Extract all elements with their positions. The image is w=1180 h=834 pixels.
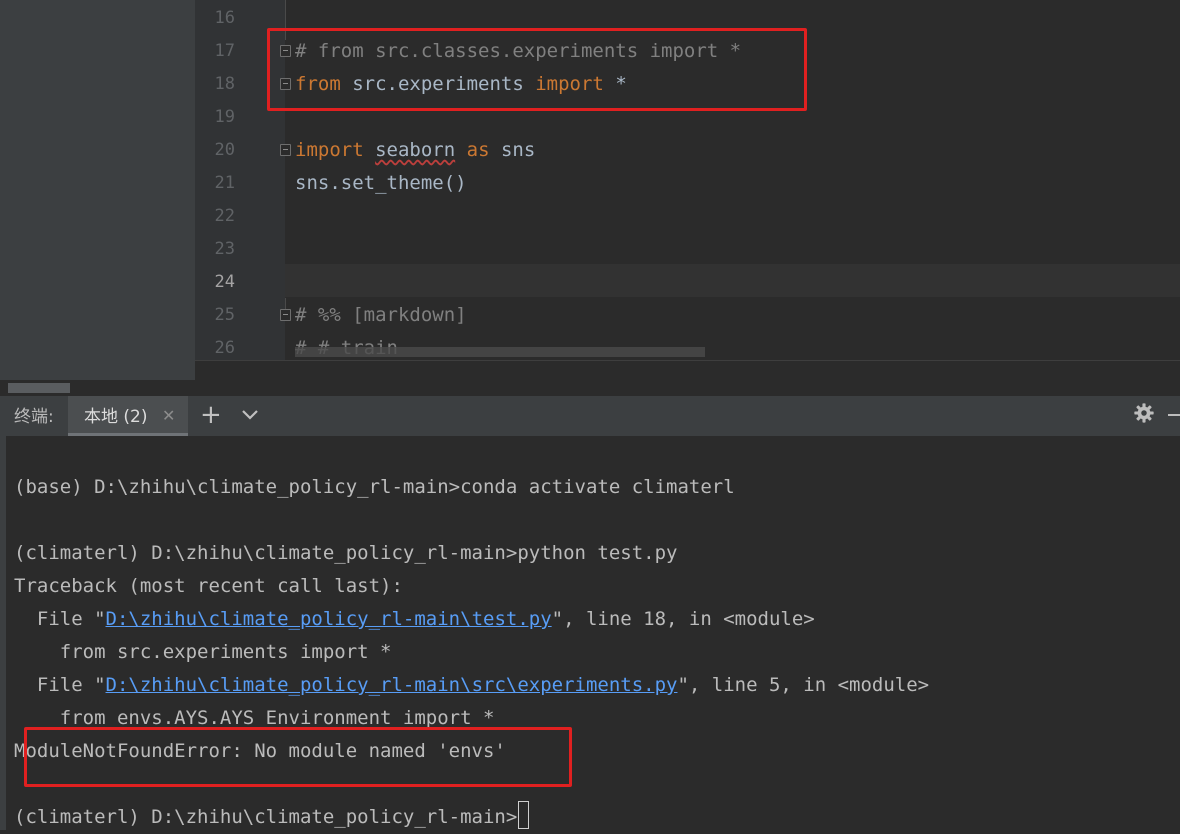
- line-number: 22: [214, 206, 235, 226]
- terminal-prompt-line[interactable]: (climaterl) D:\zhihu\climate_policy_rl-m…: [14, 801, 530, 834]
- horizontal-scroll-thumb[interactable]: [295, 347, 705, 357]
- terminal-text: File ": [14, 674, 106, 696]
- line-number: 19: [214, 107, 235, 127]
- terminal-prompt: (climaterl) D:\zhihu\climate_policy_rl-m…: [14, 806, 518, 828]
- terminal-line: File "D:\zhihu\climate_policy_rl-main\te…: [14, 603, 815, 636]
- code-token: import: [295, 139, 364, 161]
- code-line[interactable]: # %% [markdown]: [295, 299, 467, 332]
- code-token: sns: [489, 139, 536, 161]
- plus-icon[interactable]: +: [200, 400, 222, 430]
- code-token: as: [466, 139, 490, 161]
- terminal-toolbar: 终端: 本地 (2) ✕ +: [0, 396, 1180, 436]
- fold-icon[interactable]: [280, 309, 291, 321]
- line-number-current: 24: [214, 272, 235, 292]
- code-token: seaborn: [375, 139, 456, 161]
- project-panel-scroll-thumb[interactable]: [8, 383, 70, 393]
- terminal-title: 终端:: [14, 407, 54, 427]
- line-number: 17: [214, 41, 235, 61]
- gear-icon[interactable]: [1133, 402, 1155, 424]
- line-number: 18: [214, 74, 235, 94]
- tab-local-terminal[interactable]: 本地 (2) ✕: [68, 396, 188, 436]
- error-annotation-box: [24, 727, 572, 787]
- terminal-edge: [0, 436, 6, 830]
- minimize-icon[interactable]: [1168, 414, 1180, 416]
- chevron-down-icon[interactable]: [240, 404, 260, 424]
- file-link[interactable]: D:\zhihu\climate_policy_rl-main\test.py: [106, 608, 552, 630]
- terminal-line: File "D:\zhihu\climate_policy_rl-main\sr…: [14, 669, 929, 702]
- line-number: 23: [214, 239, 235, 259]
- project-panel-strip: [0, 0, 195, 380]
- terminal-text: ", line 18, in <module>: [551, 608, 815, 630]
- terminal-line: (climaterl) D:\zhihu\climate_policy_rl-m…: [14, 542, 678, 564]
- import-annotation-box: [267, 28, 807, 111]
- terminal-line: (base) D:\zhihu\climate_policy_rl-main>c…: [14, 476, 735, 498]
- tab-label: 本地 (2): [84, 407, 148, 427]
- line-number: 21: [214, 173, 235, 193]
- close-icon[interactable]: ✕: [162, 406, 175, 426]
- line-number: 16: [214, 8, 235, 28]
- code-line[interactable]: sns.set_theme(): [295, 167, 467, 200]
- terminal-text: File ": [14, 608, 106, 630]
- line-number: 20: [214, 140, 235, 160]
- editor-divider: [195, 360, 1180, 361]
- code-token: sns.set_theme(): [295, 172, 467, 194]
- terminal-line: Traceback (most recent call last):: [14, 575, 403, 597]
- file-link[interactable]: D:\zhihu\climate_policy_rl-main\src\expe…: [106, 674, 678, 696]
- code-token: # %% [markdown]: [295, 304, 467, 326]
- terminal-text: ", line 5, in <module>: [677, 674, 930, 696]
- line-number: 25: [214, 305, 235, 325]
- code-editor[interactable]: 16 17 18 19 20 21 22 23 24 25 26 # from …: [0, 0, 1180, 396]
- fold-icon[interactable]: [280, 144, 291, 156]
- code-line[interactable]: import seaborn as sns: [295, 134, 535, 167]
- terminal-cursor: [518, 801, 530, 829]
- terminal-line: from src.experiments import *: [14, 641, 392, 663]
- current-line-highlight: [285, 264, 1180, 297]
